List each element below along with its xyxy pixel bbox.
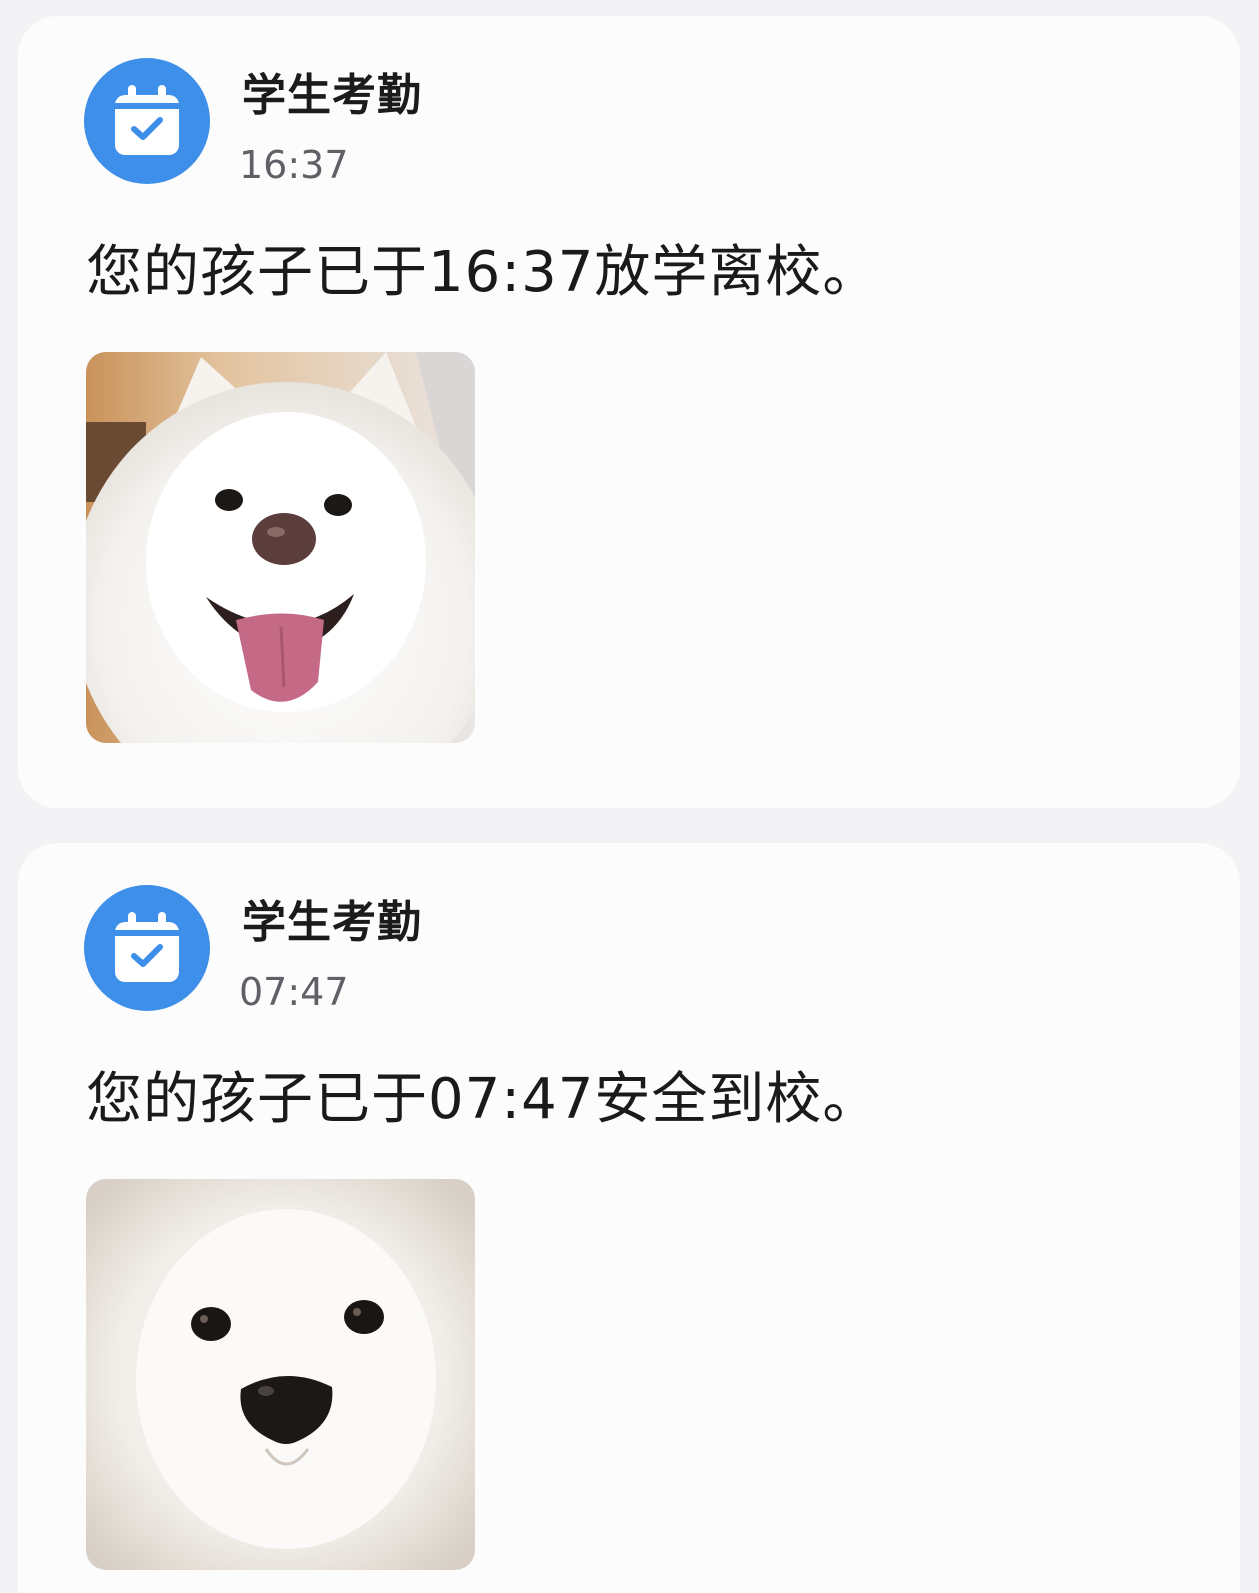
notification-time: 16:37: [239, 143, 349, 187]
dog-photo[interactable]: [86, 352, 475, 743]
notification-message: 您的孩子已于16:37放学离校。: [86, 240, 880, 305]
app-name: 学生考勤: [242, 897, 422, 948]
notification-card[interactable]: 学生考勤 07:47 您的孩子已于07:47安全到校。: [18, 843, 1240, 1593]
notification-feed: 学生考勤 16:37 您的孩子已于16:37放学离校。 学生考勤 07:47 您…: [0, 0, 1259, 1593]
notification-card[interactable]: 学生考勤 16:37 您的孩子已于16:37放学离校。: [18, 16, 1240, 808]
app-name: 学生考勤: [242, 70, 422, 121]
notification-message: 您的孩子已于07:47安全到校。: [86, 1067, 880, 1132]
notification-time: 07:47: [239, 970, 349, 1014]
dog-photo[interactable]: [86, 1179, 475, 1570]
calendar-check-icon: [84, 885, 210, 1011]
calendar-check-icon: [84, 58, 210, 184]
